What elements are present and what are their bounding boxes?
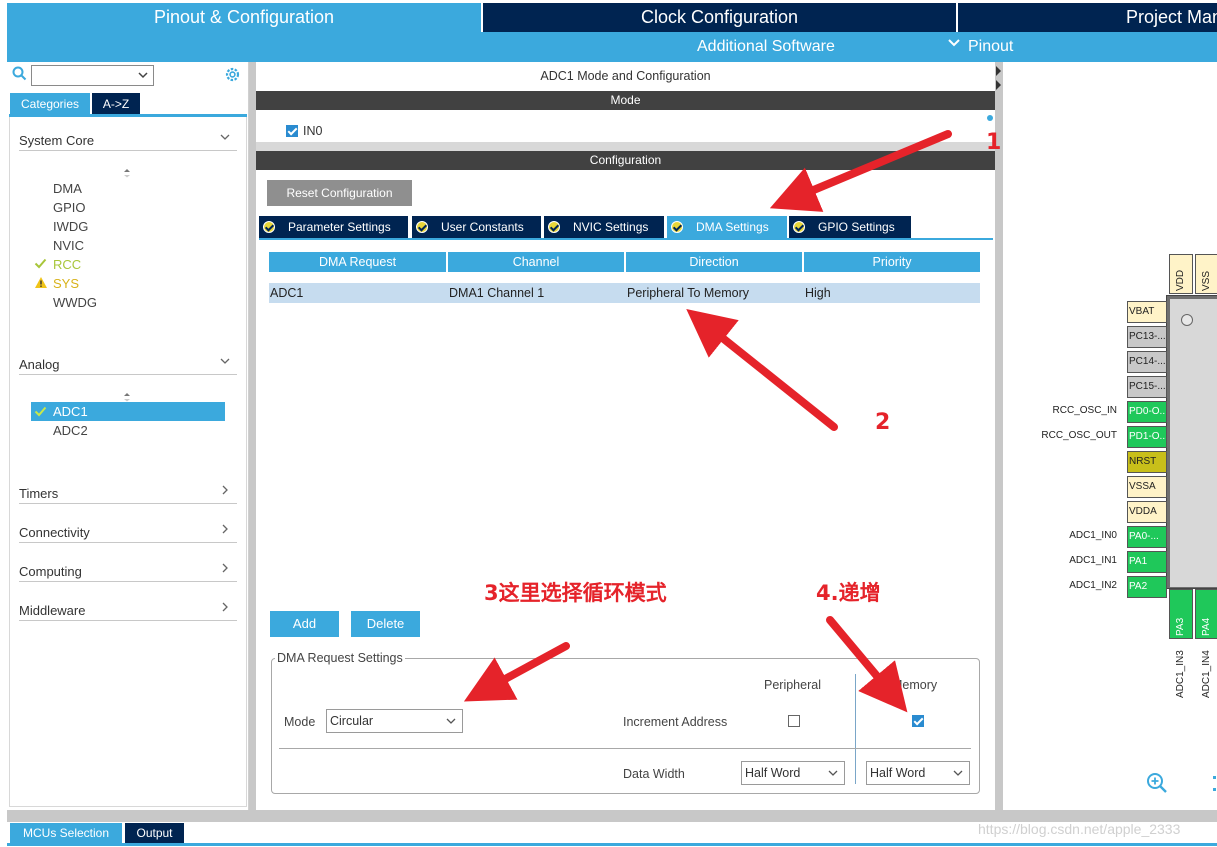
arrow-4	[826, 616, 908, 713]
arrow-1	[769, 130, 952, 212]
arrow-3	[463, 642, 570, 702]
annotation-1: 1	[986, 130, 1002, 155]
annotation-4: 4.递增	[816, 581, 881, 605]
annotation-arrows	[463, 130, 952, 713]
app-window: Pinout & Configuration Clock Configurati…	[0, 0, 1217, 847]
annotation-2: 2	[875, 410, 891, 435]
annotation-3: 3这里选择循环模式	[484, 581, 667, 605]
arrow-2	[686, 309, 838, 431]
